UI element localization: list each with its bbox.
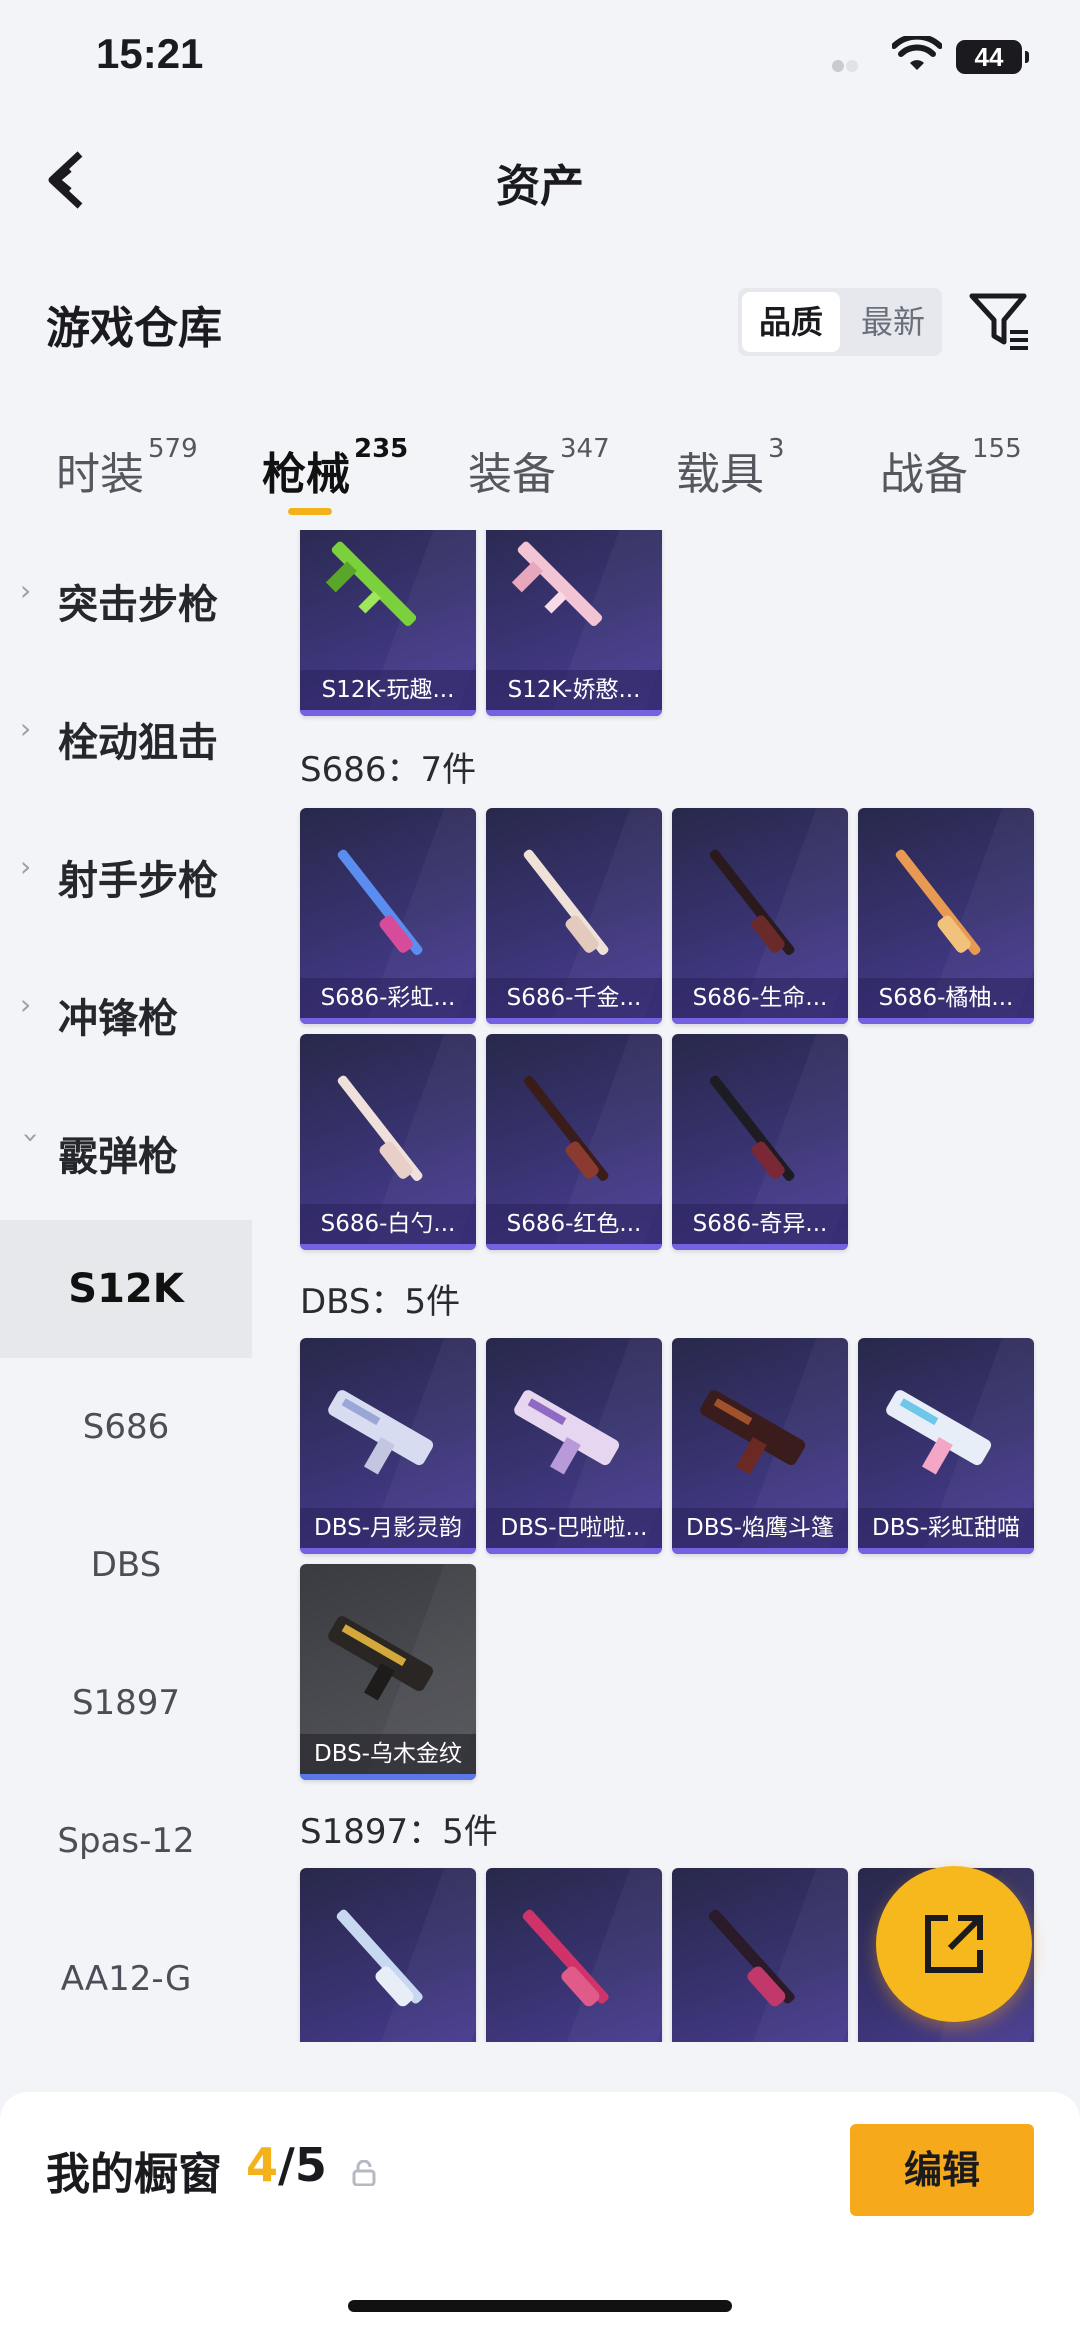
tab-firearms[interactable]: 枪械 235 [262,434,408,502]
sidebar-item-assault-rifle[interactable]: › 突击步枪 [0,530,252,668]
tab-fashion[interactable]: 时装 579 [56,434,198,502]
sidebar-sub-aa12g[interactable]: AA12-G [0,1910,252,2048]
category-tabs: 时装 579 枪械 235 装备 347 载具 3 战备 155 [0,420,1080,530]
shotgun-skin-icon [514,1390,620,1475]
sidebar-sub-spas12[interactable]: Spas-12 [0,1772,252,1910]
item-card[interactable]: DBS-乌木金纹 [300,1564,476,1780]
shotgun-skin-icon [522,1909,609,2007]
item-card[interactable]: S686-千金... [486,808,662,1024]
item-card[interactable] [300,1868,476,2042]
shotgun-skin-icon [325,541,417,627]
item-card[interactable] [486,1868,662,2042]
tab-supplies[interactable]: 战备 155 [880,434,1022,502]
shotgun-skin-icon [709,1075,795,1181]
shotgun-skin-icon [511,541,603,627]
shotgun-skin-icon [523,1075,609,1181]
item-card[interactable]: DBS-焰鹰斗篷 [672,1338,848,1554]
shotgun-skin-icon [337,1075,423,1181]
group-title-s1897: S1897：5件 [300,1812,498,1852]
shotgun-skin-icon [708,1909,795,2007]
sidebar-item-shotgun[interactable]: › 霰弹枪 [0,1082,252,1220]
item-grid: S12K-玩趣... S12K-娇憨... S686：7件 S686-彩虹...… [252,530,1080,2042]
chevron-right-icon: › [20,988,32,1021]
sidebar-sub-s1897[interactable]: S1897 [0,1634,252,1772]
chevron-right-icon: › [20,850,32,883]
shotgun-skin-icon [337,849,423,955]
edit-button[interactable]: 编辑 [850,2124,1034,2216]
showcase-label: 我的橱窗 [46,2149,222,2200]
status-bar: 15:21 44 [0,0,1080,120]
sidebar: › 突击步枪 › 栓动狙击 › 射手步枪 › 冲锋枪 › 霰弹枪 S12K S686 DB… [0,530,252,2042]
item-card[interactable]: S686-白勺... [300,1034,476,1250]
group-title-s686: S686：7件 [300,750,477,790]
battery-icon: 44 [956,40,1029,74]
shotgun-skin-icon [886,1390,992,1475]
shotgun-skin-icon [895,849,981,955]
sort-toggle: 品质 最新 [738,288,942,356]
sidebar-item-marksman-rifle[interactable]: › 射手步枪 [0,806,252,944]
item-card[interactable]: S686-红色... [486,1034,662,1250]
item-card[interactable]: S686-奇异... [672,1034,848,1250]
tab-indicator [288,508,332,515]
shotgun-skin-icon [523,849,609,955]
sidebar-sub-s12k[interactable]: S12K [0,1220,252,1358]
item-card[interactable]: S12K-娇憨... [486,530,662,716]
tab-equipment[interactable]: 装备 347 [468,434,610,502]
sidebar-item-smg[interactable]: › 冲锋枪 [0,944,252,1082]
sidebar-item-bolt-sniper[interactable]: › 栓动狙击 [0,668,252,806]
item-card[interactable] [672,1868,848,2042]
status-time: 15:21 [96,30,204,77]
item-card[interactable]: DBS-月影灵韵 [300,1338,476,1554]
showcase-count: 4/5 [246,2138,327,2192]
item-card[interactable]: S686-彩虹... [300,808,476,1024]
shotgun-skin-icon [700,1390,806,1475]
page-title: 资产 [496,161,584,212]
item-card[interactable]: S12K-玩趣... [300,530,476,716]
chevron-right-icon: › [20,712,32,745]
sort-latest-button[interactable]: 最新 [844,288,942,356]
chevron-right-icon: › [20,574,32,607]
external-link-icon [925,1915,983,1973]
sidebar-sub-dbs[interactable]: DBS [0,1496,252,1634]
share-export-button[interactable] [876,1866,1032,2022]
shotgun-skin-icon [328,1390,434,1475]
shotgun-skin-icon [709,849,795,955]
shotgun-skin-icon [336,1909,423,2007]
tab-vehicles[interactable]: 载具 3 [676,434,785,502]
item-card[interactable]: DBS-巴啦啦... [486,1338,662,1554]
lock-icon [352,2160,376,2186]
home-indicator [348,2300,732,2312]
shotgun-skin-icon [328,1616,434,1701]
chevron-down-icon: › [15,1132,48,1144]
item-card[interactable]: DBS-彩虹甜喵 [858,1338,1034,1554]
sidebar-sub-s686[interactable]: S686 [0,1358,252,1496]
filter-icon[interactable] [968,290,1032,354]
signal-icon [832,60,858,74]
item-card[interactable]: S686-生命... [672,808,848,1024]
sort-quality-button[interactable]: 品质 [742,292,840,352]
nav-bar: 资产 [0,120,1080,240]
warehouse-title: 游戏仓库 [46,303,222,354]
item-card[interactable]: S686-橘柚... [858,808,1034,1024]
group-title-dbs: DBS：5件 [300,1282,461,1322]
wifi-icon [892,36,942,70]
